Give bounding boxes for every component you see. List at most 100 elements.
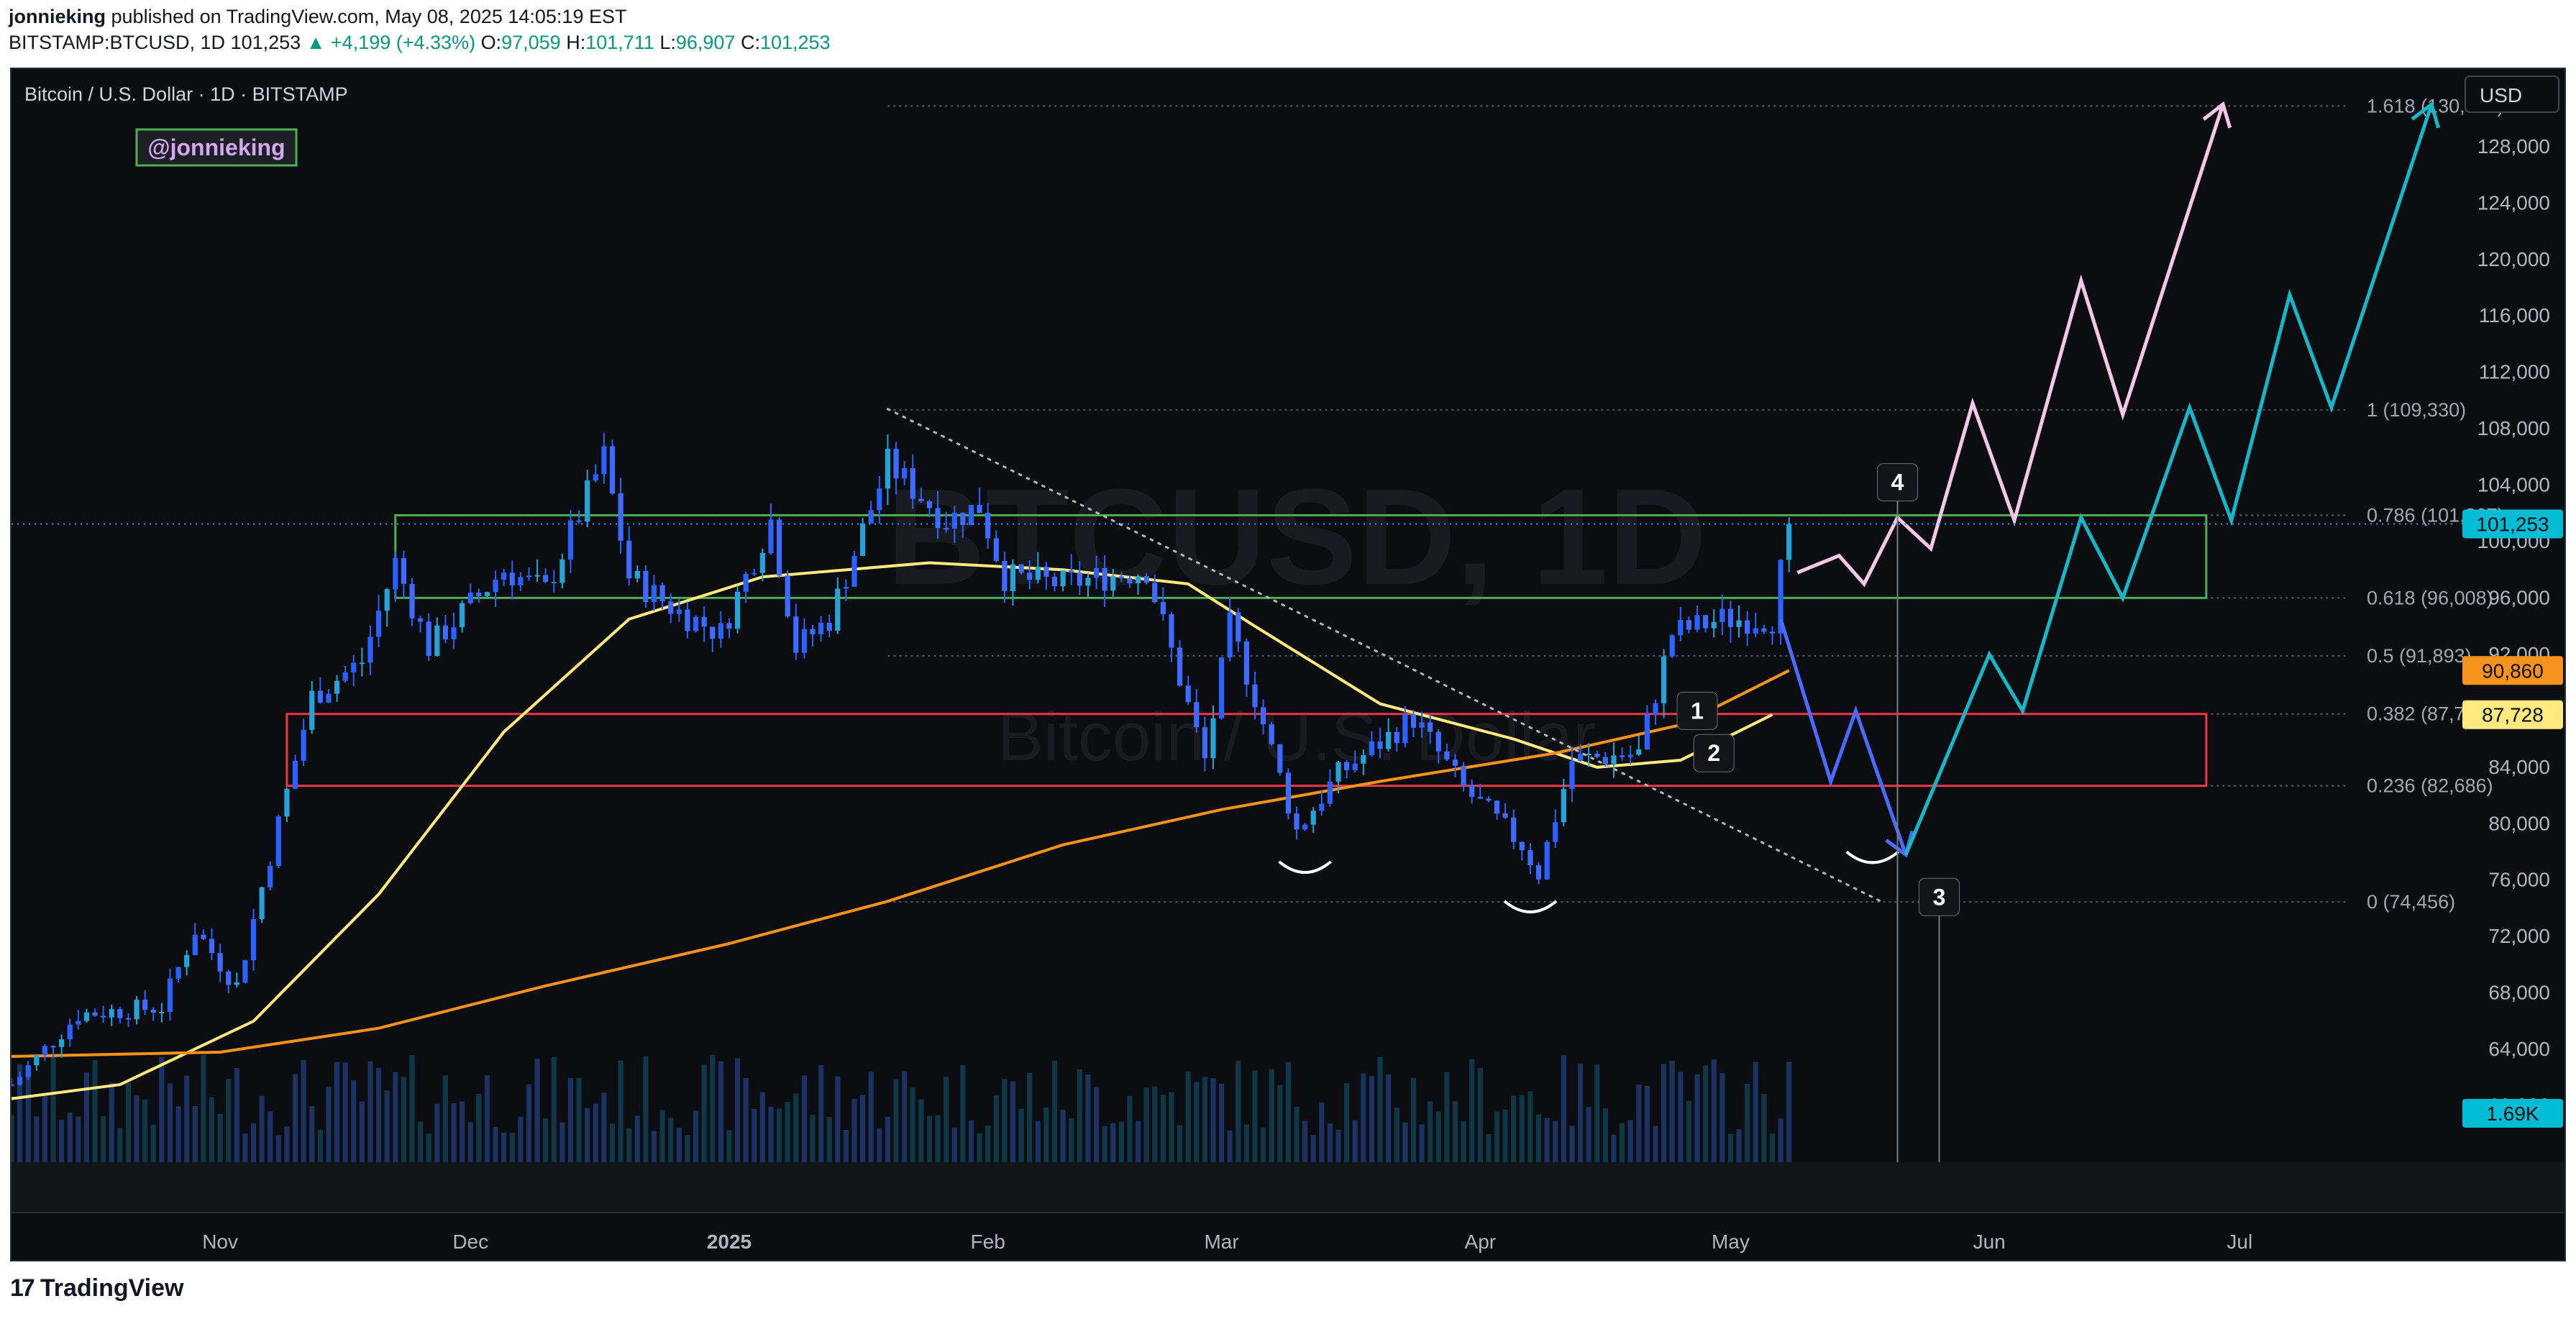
candle-body[interactable] [1769,631,1776,634]
candle-body[interactable] [1294,813,1300,830]
candle-body[interactable] [1736,620,1742,627]
candle-body[interactable] [977,505,982,514]
candle-body[interactable] [1410,714,1417,728]
candle-body[interactable] [1678,620,1684,636]
candle-body[interactable] [1043,567,1049,577]
candle-body[interactable] [1010,564,1016,591]
candle-body[interactable] [1535,864,1542,880]
price-chart[interactable]: BTCUSD, 1DBitcoin / U.S. Dollar1.618 (13… [12,69,2564,1260]
candle-body[interactable] [242,960,248,983]
candle-body[interactable] [1461,765,1466,785]
candle-body[interactable] [1745,620,1750,634]
candle-body[interactable] [167,978,173,1012]
candle-body[interactable] [776,519,782,576]
candle-body[interactable] [1302,824,1308,830]
candle-body[interactable] [359,662,365,665]
candle-body[interactable] [250,919,257,961]
candle-body[interactable] [1093,567,1100,578]
candle-body[interactable] [1753,628,1758,634]
candle-body[interactable] [1435,731,1441,752]
candle-body[interactable] [534,575,540,577]
candle-body[interactable] [918,498,924,501]
candle-body[interactable] [1277,744,1283,773]
candle-body[interactable] [317,690,323,703]
candle-body[interactable] [868,510,874,524]
candle-body[interactable] [718,623,723,639]
candle-body[interactable] [1102,567,1107,591]
candle-body[interactable] [609,446,616,494]
candle-body[interactable] [1261,707,1266,725]
candle-body[interactable] [418,618,424,622]
candle-body[interactable] [1327,781,1333,804]
candle-body[interactable] [701,616,707,627]
candle-body[interactable] [902,468,908,479]
candle-body[interactable] [593,474,598,481]
candle-body[interactable] [985,513,991,539]
candle-body[interactable] [1419,722,1425,728]
candle-body[interactable] [810,629,816,634]
candle-body[interactable] [1143,575,1149,583]
candle-body[interactable] [1152,583,1158,603]
candle-body[interactable] [1469,785,1475,797]
candle-body[interactable] [685,609,690,631]
candle-body[interactable] [109,1009,114,1018]
candle-body[interactable] [1377,741,1383,749]
candle-body[interactable] [342,672,348,681]
candle-body[interactable] [76,1021,81,1025]
candle-body[interactable] [434,625,440,657]
candle-body[interactable] [1553,822,1558,842]
candle-body[interactable] [501,572,507,580]
candle-body[interactable] [926,501,933,508]
candle-body[interactable] [159,1011,165,1013]
candle-body[interactable] [893,448,899,479]
candle-body[interactable] [1586,754,1591,756]
candle-body[interactable] [1452,759,1458,766]
candle-body[interactable] [1335,762,1341,782]
candle-body[interactable] [1310,811,1316,825]
candle-body[interactable] [226,971,232,985]
candle-body[interactable] [217,953,223,972]
candle-body[interactable] [601,446,607,475]
candle-body[interactable] [1661,656,1667,703]
candle-body[interactable] [1627,754,1633,757]
candle-body[interactable] [1218,657,1225,718]
candle-body[interactable] [1669,635,1675,657]
candle-body[interactable] [467,592,473,603]
candle-body[interactable] [175,967,181,979]
candle-body[interactable] [1361,755,1366,764]
candle-body[interactable] [768,519,774,553]
candle-body[interactable] [484,592,490,596]
candle-body[interactable] [1477,796,1483,799]
candle-body[interactable] [50,1046,56,1048]
candle-body[interactable] [1594,754,1600,757]
candle-body[interactable] [67,1024,73,1040]
candle-body[interactable] [209,939,215,954]
candle-body[interactable] [234,982,239,985]
candle-body[interactable] [643,570,649,603]
candle-body[interactable] [1527,850,1533,865]
candle-body[interactable] [1077,572,1082,586]
candle-body[interactable] [367,636,373,663]
candle-body[interactable] [1611,755,1617,765]
candle-body[interactable] [1085,578,1091,586]
candle-body[interactable] [150,1009,156,1013]
candle-body[interactable] [910,468,915,499]
candle-body[interactable] [1060,570,1066,587]
candle-body[interactable] [1194,702,1200,728]
candle-body[interactable] [1319,803,1325,811]
candle-body[interactable] [1135,575,1141,584]
candle-body[interactable] [1394,731,1399,744]
candle-body[interactable] [1653,703,1658,715]
candle-body[interactable] [1169,614,1174,648]
candle-body[interactable] [292,760,298,789]
candle-body[interactable] [726,623,732,629]
candle-body[interactable] [83,1012,90,1021]
candle-body[interactable] [1202,727,1207,759]
candle-body[interactable] [1703,615,1709,629]
candle-body[interactable] [1236,612,1241,642]
candle-body[interactable] [1494,800,1500,813]
candle-body[interactable] [551,582,557,584]
candle-body[interactable] [184,955,190,967]
candle-body[interactable] [1402,714,1408,744]
candle-body[interactable] [743,574,749,592]
